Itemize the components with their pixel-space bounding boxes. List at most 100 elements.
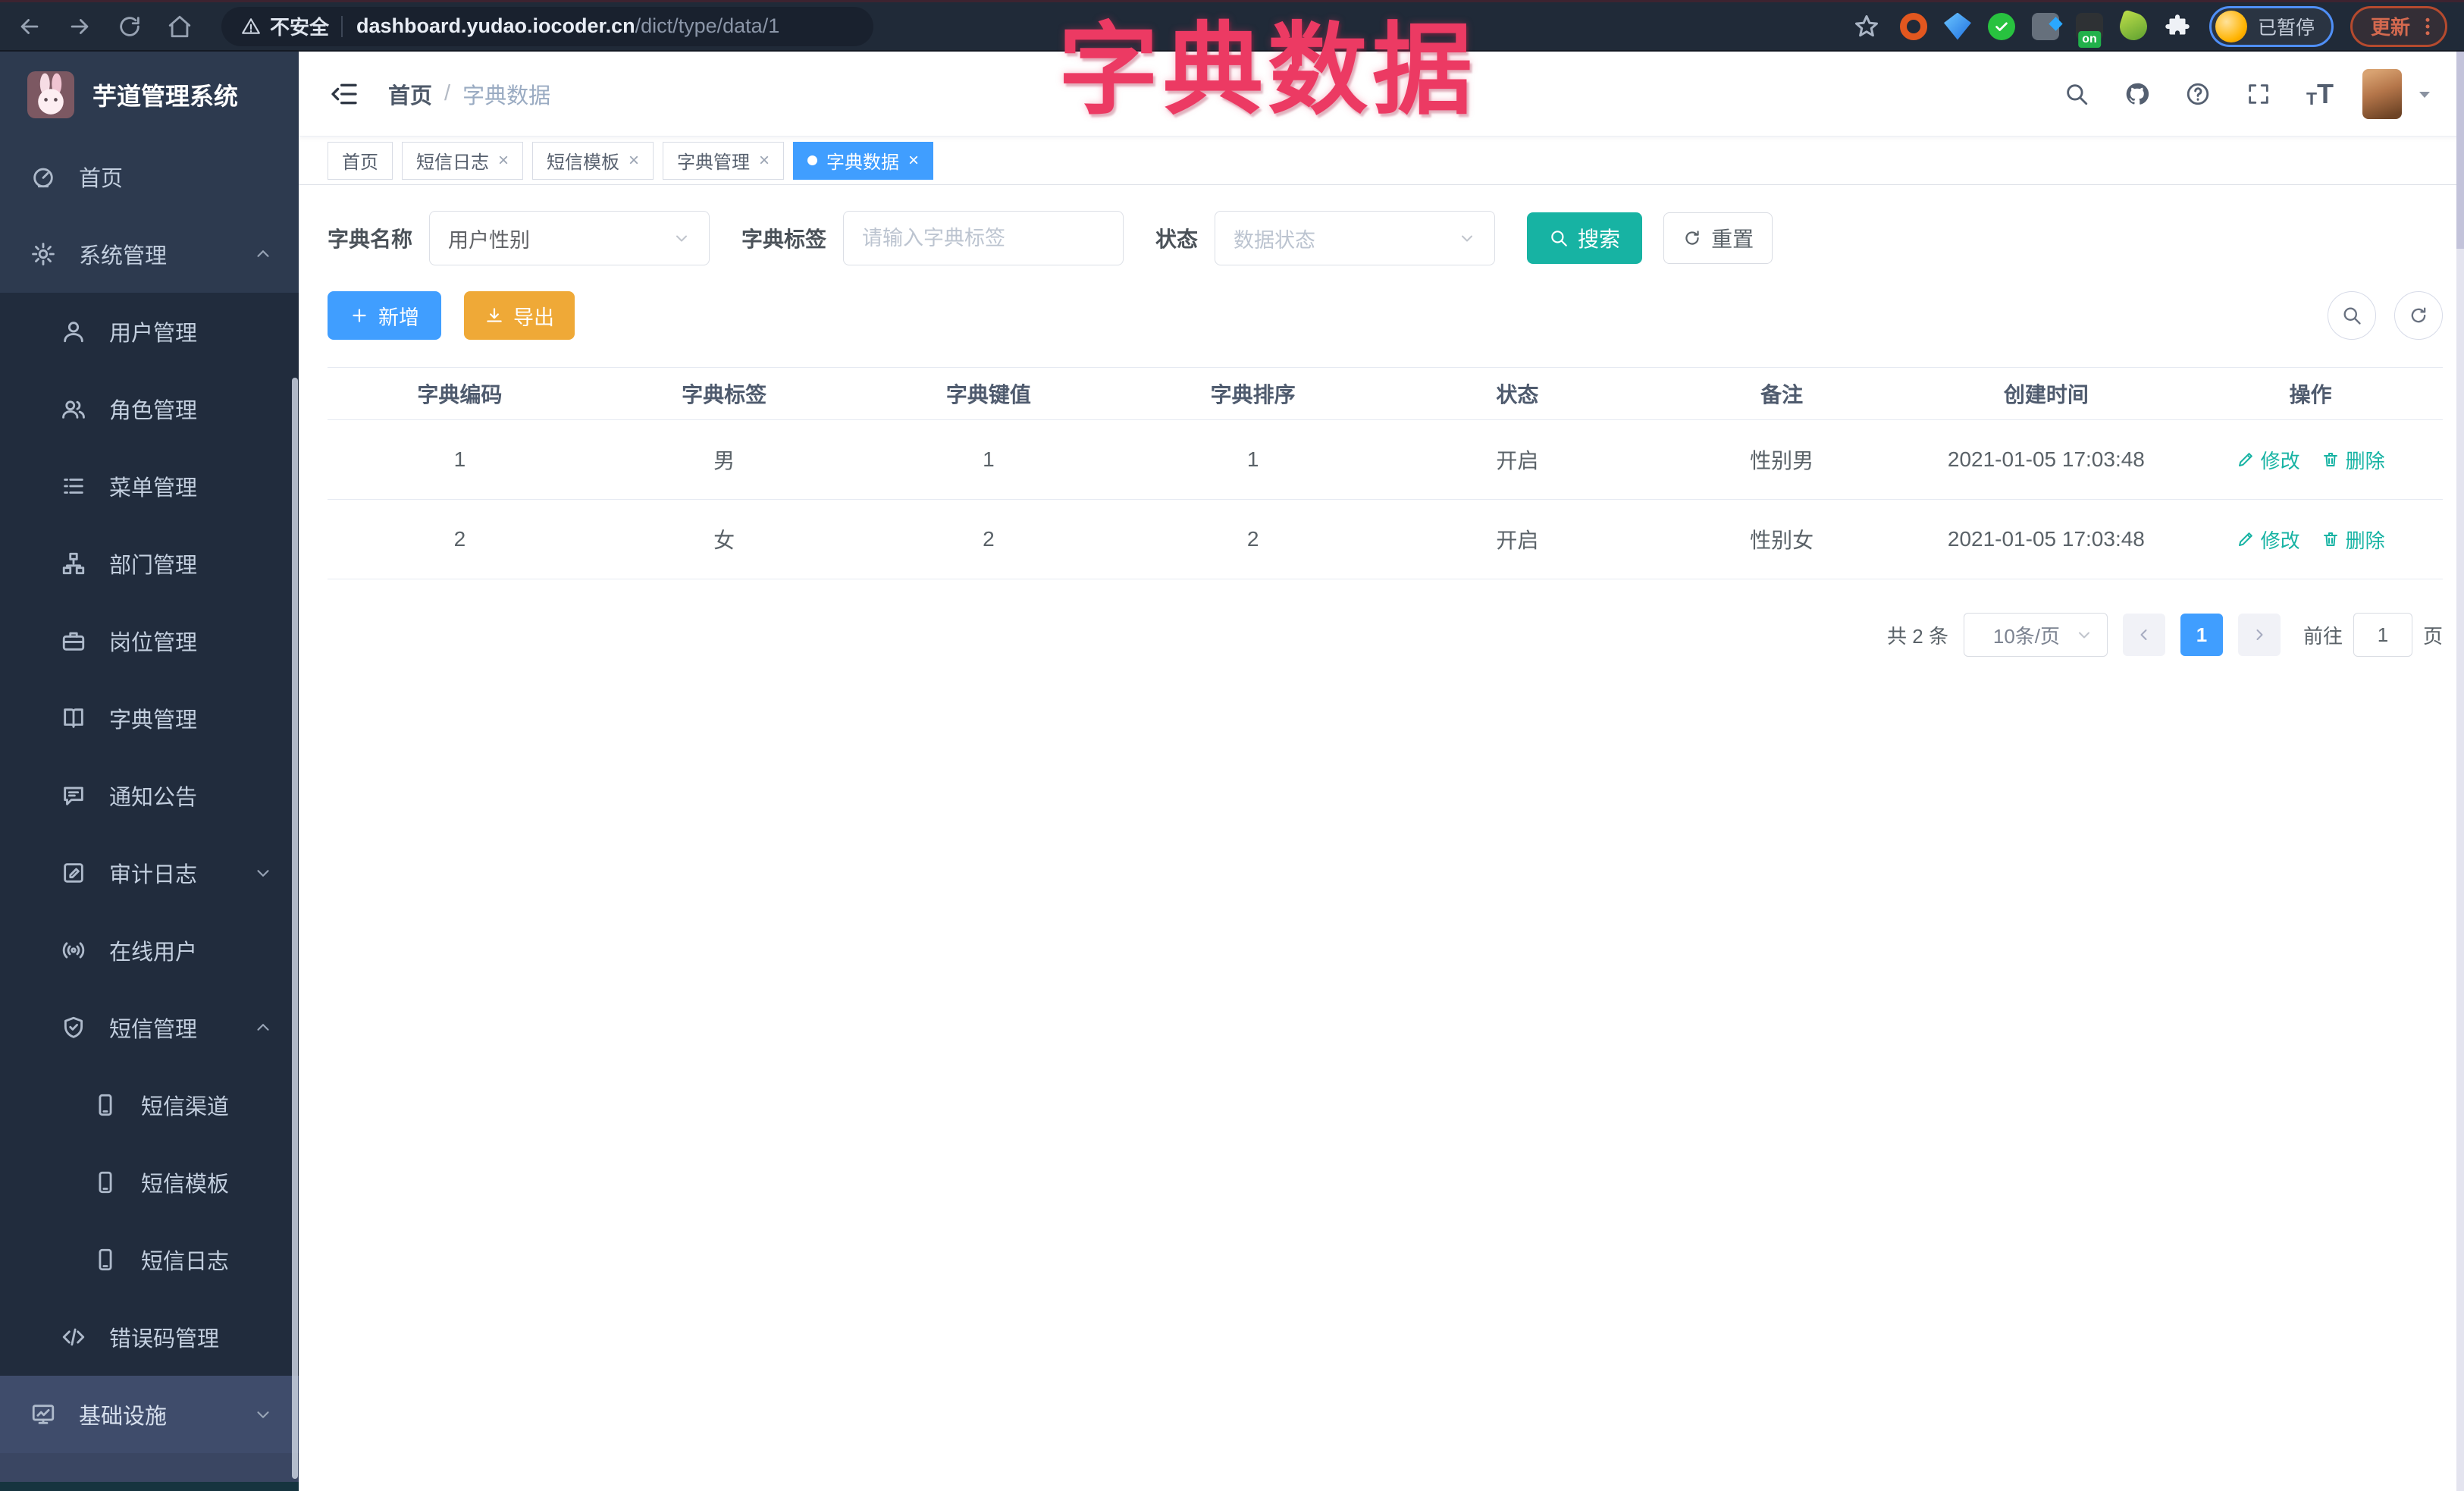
browser-update-button[interactable]: 更新 (2350, 5, 2447, 47)
page-scrollbar[interactable] (2456, 52, 2464, 1491)
github-icon[interactable] (2124, 81, 2150, 107)
page-scrollbar-thumb[interactable] (2456, 52, 2464, 249)
browser-profile-chip[interactable]: 已暂停 (2209, 5, 2334, 47)
sidebar-item-sms-log[interactable]: 短信日志 (0, 1221, 299, 1298)
sidebar-item-sms-template[interactable]: 短信模板 (0, 1144, 299, 1221)
dict-label-input[interactable] (843, 211, 1124, 265)
breadcrumb: 首页 / 字典数据 (388, 78, 550, 110)
chevron-down-icon (2075, 626, 2093, 644)
font-size-icon[interactable]: TT (2306, 80, 2334, 108)
sidebar-item-home[interactable]: 首页 (0, 138, 299, 215)
tab-sms-template[interactable]: 短信模板 × (532, 141, 654, 180)
sidebar-item-infrastructure[interactable]: 基础设施 (0, 1376, 299, 1453)
browser-extensions: on (1899, 8, 2191, 48)
reset-button[interactable]: 重置 (1663, 212, 1773, 264)
sidebar-item-label: 短信管理 (109, 1018, 198, 1042)
profile-status-label: 已暂停 (2257, 17, 2315, 39)
sidebar-item-user-management[interactable]: 用户管理 (0, 293, 299, 370)
extension-green-check-icon[interactable] (1987, 12, 2015, 40)
edit-link[interactable]: 修改 (2237, 446, 2300, 474)
reload-icon[interactable] (117, 14, 143, 39)
chevron-down-icon (253, 863, 273, 883)
search-button[interactable]: 搜索 (1527, 212, 1643, 264)
add-button[interactable]: 新增 (328, 291, 441, 340)
dashboard-icon (30, 164, 56, 190)
sidebar-toggle-icon[interactable] (329, 79, 359, 109)
chevron-down-icon (672, 229, 691, 247)
dict-name-value: 用户性别 (448, 228, 531, 252)
goto-page-input[interactable] (2353, 613, 2412, 657)
refresh-table-button[interactable] (2394, 291, 2443, 340)
dict-name-select[interactable]: 用户性别 (429, 211, 710, 265)
app-logo[interactable]: 芋道管理系统 (0, 52, 299, 138)
extension-dark-on-icon[interactable]: on (2075, 12, 2103, 48)
sidebar-item-notice-announcement[interactable]: 通知公告 (0, 757, 299, 834)
bookmark-star-icon[interactable] (1853, 13, 1880, 40)
page-number-button[interactable]: 1 (2180, 614, 2223, 656)
close-icon[interactable]: × (629, 151, 639, 170)
delete-link[interactable]: 删除 (2321, 526, 2385, 554)
filter-form: 字典名称 用户性别 字典标签 状态 数据状态 搜索 (328, 211, 2443, 265)
chevron-down-icon (253, 1405, 273, 1424)
edit-link[interactable]: 修改 (2237, 526, 2300, 554)
font-size-large-glyph: T (2317, 77, 2334, 109)
announcement-icon (61, 783, 86, 808)
search-icon[interactable] (2064, 81, 2089, 107)
sidebar-item-sms-channel[interactable]: 短信渠道 (0, 1066, 299, 1144)
extension-blue-gem-icon[interactable] (1943, 12, 1971, 40)
table-cell-label: 男 (713, 449, 735, 472)
fullscreen-icon[interactable] (2246, 81, 2271, 107)
sidebar-item-system-management[interactable]: 系统管理 (0, 215, 299, 293)
search-icon (1549, 228, 1569, 248)
sidebar-item-audit-log[interactable]: 审计日志 (0, 834, 299, 912)
sidebar-item-online-users[interactable]: 在线用户 (0, 912, 299, 989)
extension-green-leaf-icon[interactable] (2116, 8, 2151, 44)
edit-link-label: 修改 (2260, 529, 2300, 552)
sidebar-item-label: 短信模板 (141, 1172, 230, 1197)
help-icon[interactable] (2185, 81, 2211, 107)
extension-orange-ring-icon[interactable] (1899, 12, 1927, 40)
tab-sms-log[interactable]: 短信日志 × (402, 141, 524, 180)
address-bar[interactable]: 不安全 dashboard.yudao.iocoder.cn /dict/typ… (221, 6, 873, 46)
delete-link[interactable]: 删除 (2321, 446, 2385, 474)
table-cell-label: 女 (713, 529, 735, 552)
chevron-down-icon[interactable] (2415, 85, 2434, 103)
table-column-header: 字典编码 (417, 383, 503, 406)
close-icon[interactable]: × (759, 151, 770, 170)
phone-icon (92, 1247, 118, 1273)
browser-menu-icon[interactable] (2416, 15, 2439, 38)
sidebar-item-role-management[interactable]: 角色管理 (0, 370, 299, 447)
tab-dict-management[interactable]: 字典管理 × (663, 141, 785, 180)
status-select[interactable]: 数据状态 (1215, 211, 1496, 265)
close-icon[interactable]: × (908, 151, 919, 170)
sidebar-item-label: 系统管理 (79, 244, 168, 268)
close-icon[interactable]: × (498, 151, 509, 170)
next-page-button[interactable] (2237, 614, 2281, 656)
extension-gray-tool-icon[interactable] (2031, 12, 2059, 40)
tab-home[interactable]: 首页 (328, 141, 393, 180)
sidebar-item-post-management[interactable]: 岗位管理 (0, 602, 299, 680)
table-column-header: 字典键值 (945, 383, 1031, 406)
page-size-select[interactable]: 10条/页 (1963, 613, 2108, 657)
export-button[interactable]: 导出 (464, 291, 575, 340)
sidebar-item-menu-management[interactable]: 菜单管理 (0, 447, 299, 525)
table-cell-actions: 修改 删除 (2178, 526, 2443, 554)
delete-link-label: 删除 (2345, 529, 2385, 552)
tab-label: 短信日志 (416, 152, 489, 173)
user-avatar[interactable] (2362, 68, 2402, 119)
prev-page-button[interactable] (2122, 614, 2165, 656)
sidebar-item-sms-management[interactable]: 短信管理 (0, 989, 299, 1066)
breadcrumb-home[interactable]: 首页 (388, 78, 432, 110)
forward-icon[interactable] (67, 14, 92, 39)
sidebar-scrollbar[interactable] (292, 378, 298, 1479)
extension-puzzle-icon[interactable] (2164, 13, 2191, 40)
sidebar-item-error-code-management[interactable]: 错误码管理 (0, 1298, 299, 1376)
home-icon[interactable] (167, 14, 193, 39)
sidebar-item-dept-management[interactable]: 部门管理 (0, 525, 299, 602)
back-icon[interactable] (17, 14, 42, 39)
status-placeholder: 数据状态 (1234, 228, 1316, 252)
toggle-search-button[interactable] (2328, 291, 2376, 340)
tab-dict-data[interactable]: 字典数据 × (793, 141, 934, 180)
url-host: dashboard.yudao.iocoder.cn (356, 14, 635, 37)
sidebar-item-dict-management[interactable]: 字典管理 (0, 680, 299, 757)
